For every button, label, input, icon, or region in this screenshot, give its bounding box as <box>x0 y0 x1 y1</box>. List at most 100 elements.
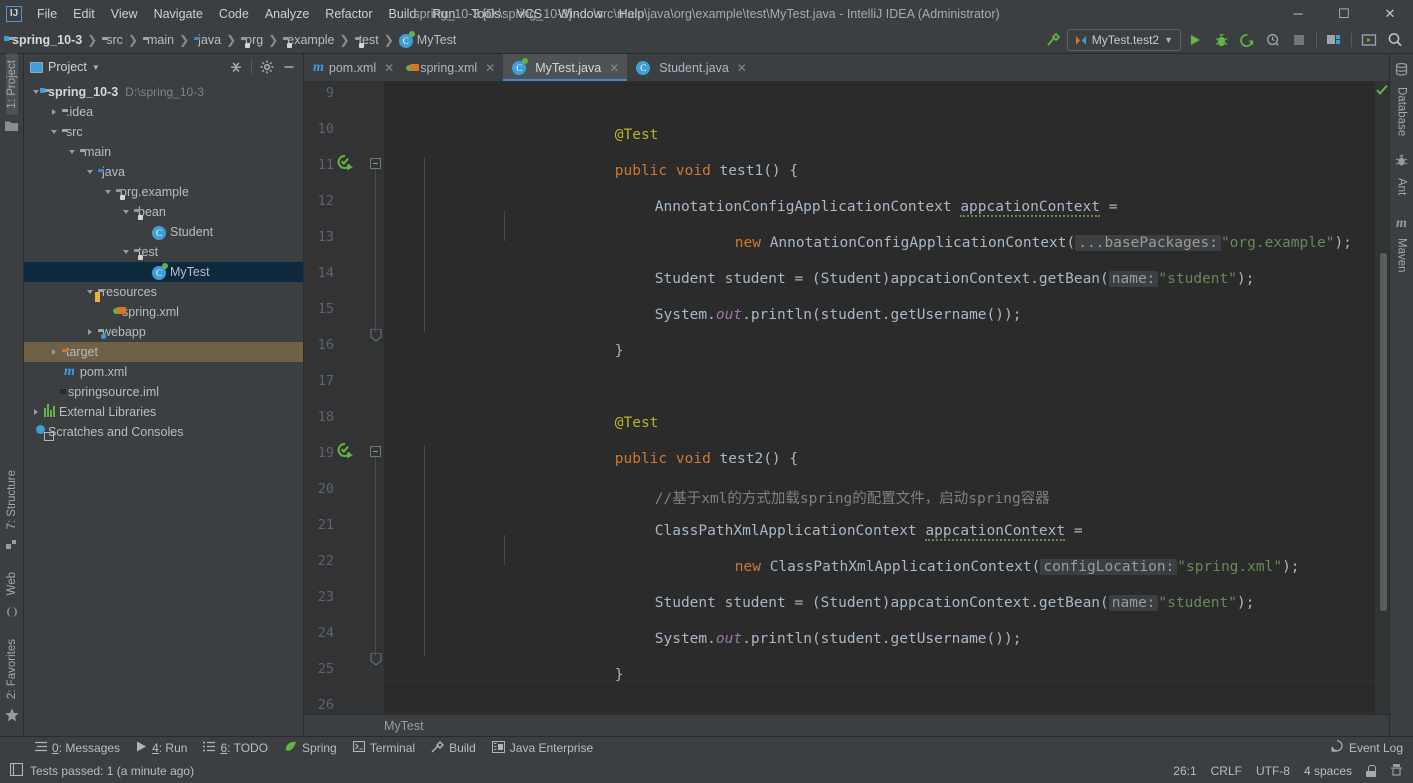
tab-student-java[interactable]: C Student.java ✕ <box>627 54 755 81</box>
tree-item-src[interactable]: src <box>24 122 303 142</box>
expand-arrow-icon[interactable] <box>64 150 80 154</box>
gear-icon[interactable] <box>257 57 277 77</box>
project-structure-icon[interactable] <box>1322 29 1346 51</box>
expand-arrow-icon[interactable] <box>100 190 116 194</box>
project-panel-title[interactable]: Project ▼ <box>30 60 100 74</box>
fold-end-icon[interactable] <box>370 652 382 666</box>
menu-tools[interactable]: Tools <box>463 4 508 24</box>
sidebar-item-ant[interactable]: Ant <box>1396 172 1408 201</box>
line-separator[interactable]: CRLF <box>1211 764 1242 778</box>
run-test1-gutter-icon[interactable] <box>337 155 353 171</box>
editor-scrollbar[interactable] <box>1375 81 1389 714</box>
run-test2-gutter-icon[interactable] <box>337 443 353 459</box>
breadcrumb-main[interactable]: main <box>141 32 176 48</box>
editor-gutter[interactable]: 9 10 11 12 13 14 15 16 17 18 19 20 21 22… <box>304 81 384 714</box>
toolwindow-messages[interactable]: 0: Messages <box>28 739 127 757</box>
tree-item-spring_10-3[interactable]: spring_10-3 D:\spring_10-3 <box>24 82 303 102</box>
hide-panel-icon[interactable] <box>279 57 299 77</box>
stop-button[interactable] <box>1287 29 1311 51</box>
sidebar-item-structure[interactable]: 7: Structure <box>6 464 18 535</box>
breadcrumb-java[interactable]: java <box>192 32 223 48</box>
tab-spring-xml[interactable]: spring.xml ✕ <box>402 54 503 81</box>
maximize-button[interactable]: ☐ <box>1321 0 1367 27</box>
toolwindow-spring[interactable]: Spring <box>277 739 344 758</box>
menu-analyze[interactable]: Analyze <box>257 4 317 24</box>
sidebar-item-web[interactable]: Web <box>6 566 18 601</box>
close-button[interactable]: ✕ <box>1367 0 1413 27</box>
caret-position[interactable]: 26:1 <box>1173 764 1196 778</box>
toolwindow-run[interactable]: 4: Run <box>129 739 194 757</box>
expand-arrow-icon[interactable] <box>28 409 44 415</box>
tree-item-pom-xml[interactable]: m pom.xml <box>24 362 303 382</box>
menu-navigate[interactable]: Navigate <box>146 4 211 24</box>
breadcrumb-class[interactable]: C MyTest <box>397 32 459 49</box>
toolwindow-terminal[interactable]: Terminal <box>346 739 422 757</box>
inspection-icon[interactable] <box>1390 763 1403 779</box>
debug-button[interactable] <box>1209 29 1233 51</box>
toolwindow-java-enterprise[interactable]: Java Enterprise <box>485 739 600 758</box>
file-encoding[interactable]: UTF-8 <box>1256 764 1290 778</box>
menu-code[interactable]: Code <box>211 4 257 24</box>
toolwindow-todo[interactable]: 6: TODO <box>196 739 275 757</box>
sidebar-item-database[interactable]: Database <box>1396 81 1408 142</box>
tab-pom-xml[interactable]: m pom.xml ✕ <box>304 54 402 81</box>
fold-region-icon[interactable] <box>370 158 381 169</box>
run-button[interactable] <box>1183 29 1207 51</box>
menu-help[interactable]: Help <box>611 4 653 24</box>
event-log-button[interactable]: Event Log <box>1331 739 1413 757</box>
updates-icon[interactable] <box>1357 29 1381 51</box>
scrollbar-thumb[interactable] <box>1380 253 1387 611</box>
tree-item-java[interactable]: java <box>24 162 303 182</box>
sidebar-item-maven[interactable]: Maven <box>1396 232 1408 279</box>
tree-item-target[interactable]: target <box>24 342 303 362</box>
breadcrumb-src[interactable]: src <box>100 32 125 48</box>
breadcrumb-example[interactable]: example <box>281 32 336 48</box>
tree-item-external-libraries[interactable]: External Libraries <box>24 402 303 422</box>
code-editor-text[interactable]: @Test public void test1() { AnnotationCo… <box>384 81 1375 714</box>
tree-item-spring-xml[interactable]: spring.xml <box>24 302 303 322</box>
run-configuration-selector[interactable]: MyTest.test2 ▼ <box>1066 29 1181 51</box>
menu-file[interactable]: File <box>29 4 65 24</box>
breadcrumb-test[interactable]: test <box>353 32 381 48</box>
tree-item-resources[interactable]: resources <box>24 282 303 302</box>
menu-vcs[interactable]: VCS <box>508 4 550 24</box>
tree-item-scratches-consoles[interactable]: Scratches and Consoles <box>24 422 303 442</box>
breadcrumb-org[interactable]: org <box>239 32 265 48</box>
sidebar-item-favorites[interactable]: 2: Favorites <box>6 633 18 705</box>
toolwindow-build[interactable]: Build <box>424 739 483 758</box>
tree-item-springsource-iml[interactable]: springsource.iml <box>24 382 303 402</box>
tree-item-idea[interactable]: .idea <box>24 102 303 122</box>
tree-item-mytest[interactable]: C MyTest <box>24 262 303 282</box>
tree-item-test[interactable]: test <box>24 242 303 262</box>
expand-arrow-icon[interactable] <box>118 250 134 254</box>
run-with-coverage-button[interactable] <box>1235 29 1259 51</box>
build-hammer-icon[interactable] <box>1041 29 1065 51</box>
fold-region-icon[interactable] <box>370 446 381 457</box>
menu-refactor[interactable]: Refactor <box>317 4 380 24</box>
expand-arrow-icon[interactable] <box>82 329 98 335</box>
inspection-ok-icon[interactable] <box>1376 83 1388 101</box>
menu-edit[interactable]: Edit <box>65 4 103 24</box>
expand-arrow-icon[interactable] <box>46 130 62 134</box>
editor-breadcrumb[interactable]: MyTest <box>304 714 1389 736</box>
expand-arrow-icon[interactable] <box>82 170 98 174</box>
close-icon[interactable]: ✕ <box>609 61 619 75</box>
tree-item-bean[interactable]: bean <box>24 202 303 222</box>
expand-arrow-icon[interactable] <box>118 210 134 214</box>
tree-item-student[interactable]: C Student <box>24 222 303 242</box>
close-icon[interactable]: ✕ <box>384 61 394 75</box>
tree-item-webapp[interactable]: webapp <box>24 322 303 342</box>
status-message[interactable]: Tests passed: 1 (a minute ago) <box>30 764 194 778</box>
indent-setting[interactable]: 4 spaces <box>1304 764 1352 778</box>
expand-arrow-icon[interactable] <box>46 349 62 355</box>
sidebar-item-project[interactable]: 1: Project <box>5 54 18 115</box>
expand-arrow-icon[interactable] <box>46 109 62 115</box>
tree-item-main[interactable]: main <box>24 142 303 162</box>
menu-window[interactable]: Window <box>550 4 610 24</box>
search-everywhere-icon[interactable] <box>1383 29 1407 51</box>
tab-mytest-java[interactable]: C MyTest.java ✕ <box>503 54 628 81</box>
menu-view[interactable]: View <box>103 4 146 24</box>
fold-end-icon[interactable] <box>370 328 382 342</box>
menu-run[interactable]: Run <box>424 4 463 24</box>
menu-build[interactable]: Build <box>381 4 425 24</box>
